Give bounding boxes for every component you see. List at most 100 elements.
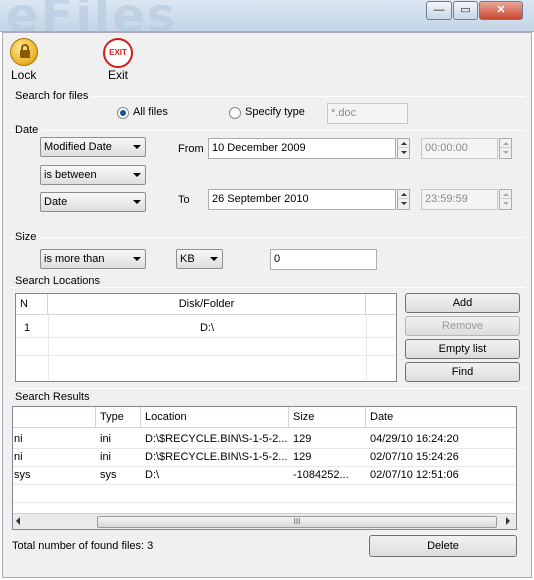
result-type: ini xyxy=(100,451,112,463)
results-header: Type Location Size Date xyxy=(13,407,516,428)
date-condition-value: is between xyxy=(44,169,97,181)
scroll-left-icon[interactable] xyxy=(16,517,20,525)
delete-button[interactable]: Delete xyxy=(369,535,517,557)
size-condition-select[interactable]: is more than xyxy=(40,249,146,269)
scroll-right-icon[interactable] xyxy=(506,517,510,525)
spin-down-icon[interactable] xyxy=(500,148,511,157)
from-time-input[interactable]: 00:00:00 xyxy=(421,138,498,159)
maximize-button[interactable]: ▭ xyxy=(453,1,478,20)
specify-type-radio[interactable] xyxy=(229,107,241,119)
remove-button[interactable]: Remove xyxy=(405,316,520,336)
spin-down-icon[interactable] xyxy=(398,199,409,208)
specify-type-label[interactable]: Specify type xyxy=(245,106,305,118)
scroll-thumb[interactable]: III xyxy=(97,516,497,528)
divider xyxy=(10,287,525,288)
close-button[interactable]: ✕ xyxy=(479,1,523,20)
result-location: D:\$RECYCLE.BIN\S-1-5-2... xyxy=(145,451,288,463)
result-name: ni xyxy=(14,433,23,445)
result-location: D:\ xyxy=(145,469,160,481)
all-files-label[interactable]: All files xyxy=(133,106,168,118)
search-for-files-label: Search for files xyxy=(15,90,93,102)
date-mode-value: Date xyxy=(44,196,68,208)
date-field-select[interactable]: Modified Date xyxy=(40,137,146,157)
divider xyxy=(10,130,525,131)
spin-down-icon[interactable] xyxy=(500,199,511,208)
chevron-down-icon xyxy=(133,200,141,204)
locations-header: N Disk/Folder xyxy=(16,294,396,315)
date-condition-select[interactable]: is between xyxy=(40,165,146,185)
table-row[interactable]: 1 D:\ xyxy=(16,319,396,337)
row-divider xyxy=(16,355,396,356)
file-type-input[interactable]: *.doc xyxy=(327,103,408,124)
exit-button[interactable]: EXIT xyxy=(103,38,133,68)
date-field-value: Modified Date xyxy=(44,141,112,153)
size-unit-select[interactable]: KB xyxy=(176,249,223,269)
spin-up-icon[interactable] xyxy=(398,190,409,199)
to-date-input[interactable]: 26 September 2010 xyxy=(208,189,396,210)
to-date-spinner[interactable] xyxy=(397,189,410,210)
result-location: D:\$RECYCLE.BIN\S-1-5-2... xyxy=(145,433,288,445)
horizontal-scrollbar[interactable]: III xyxy=(13,513,516,529)
column-header-location[interactable]: Location xyxy=(141,407,289,428)
column-header-size[interactable]: Size xyxy=(289,407,366,428)
result-type: ini xyxy=(100,433,112,445)
spin-up-icon[interactable] xyxy=(398,139,409,148)
location-folder: D:\ xyxy=(199,322,215,334)
column-header-type[interactable]: Type xyxy=(96,407,141,428)
column-divider xyxy=(366,315,367,381)
from-date-spinner[interactable] xyxy=(397,138,410,159)
find-button[interactable]: Find xyxy=(405,362,520,382)
chevron-down-icon xyxy=(210,257,218,261)
lock-icon xyxy=(10,38,38,66)
column-header-date[interactable]: Date xyxy=(366,407,516,428)
row-divider xyxy=(13,484,516,485)
to-time-spinner[interactable] xyxy=(499,189,512,210)
size-label: Size xyxy=(15,231,41,243)
divider xyxy=(10,388,525,389)
search-locations-label: Search Locations xyxy=(15,275,104,287)
to-time-input[interactable]: 23:59:59 xyxy=(421,189,498,210)
table-row[interactable]: ni ini D:\$RECYCLE.BIN\S-1-5-2... 129 04… xyxy=(13,430,516,448)
exit-label[interactable]: Exit xyxy=(108,68,128,82)
chevron-down-icon xyxy=(133,257,141,261)
column-header-n[interactable]: N xyxy=(16,294,48,315)
result-type: sys xyxy=(100,469,117,481)
result-date: 02/07/10 12:51:06 xyxy=(370,469,459,481)
chevron-down-icon xyxy=(133,173,141,177)
size-value-input[interactable]: 0 xyxy=(270,249,377,270)
result-size: 129 xyxy=(293,433,312,445)
row-divider xyxy=(13,448,516,449)
table-row[interactable]: ni ini D:\$RECYCLE.BIN\S-1-5-2... 129 02… xyxy=(13,448,516,466)
lock-label[interactable]: Lock xyxy=(11,68,36,82)
to-label: To xyxy=(178,194,190,206)
size-unit-value: KB xyxy=(180,253,195,265)
results-table[interactable]: Type Location Size Date ni ini D:\$RECYC… xyxy=(12,406,517,530)
location-n: 1 xyxy=(24,322,31,334)
row-divider xyxy=(16,337,396,338)
search-results-label: Search Results xyxy=(15,391,94,403)
add-button[interactable]: Add xyxy=(405,293,520,313)
size-condition-value: is more than xyxy=(44,253,105,265)
spin-down-icon[interactable] xyxy=(398,148,409,157)
from-time-spinner[interactable] xyxy=(499,138,512,159)
from-date-input[interactable]: 10 December 2009 xyxy=(208,138,396,159)
spin-up-icon[interactable] xyxy=(500,139,511,148)
lock-button[interactable] xyxy=(10,38,38,66)
column-header-name[interactable] xyxy=(13,407,96,428)
row-divider xyxy=(13,502,516,503)
column-header-folder[interactable]: Disk/Folder xyxy=(48,294,366,315)
from-label: From xyxy=(178,143,204,155)
date-mode-select[interactable]: Date xyxy=(40,192,146,212)
total-found-label: Total number of found files: 3 xyxy=(12,540,154,552)
locations-table[interactable]: N Disk/Folder 1 D:\ xyxy=(15,293,397,382)
column-divider xyxy=(48,315,49,381)
title-bar: eFiles — ▭ ✕ xyxy=(0,0,534,32)
row-divider xyxy=(13,466,516,467)
result-date: 02/07/10 15:24:26 xyxy=(370,451,459,463)
all-files-radio[interactable] xyxy=(117,107,129,119)
empty-list-button[interactable]: Empty list xyxy=(405,339,520,359)
table-row[interactable]: sys sys D:\ -1084252... 02/07/10 12:51:0… xyxy=(13,466,516,484)
minimize-button[interactable]: — xyxy=(426,1,452,20)
result-date: 04/29/10 16:24:20 xyxy=(370,433,459,445)
spin-up-icon[interactable] xyxy=(500,190,511,199)
